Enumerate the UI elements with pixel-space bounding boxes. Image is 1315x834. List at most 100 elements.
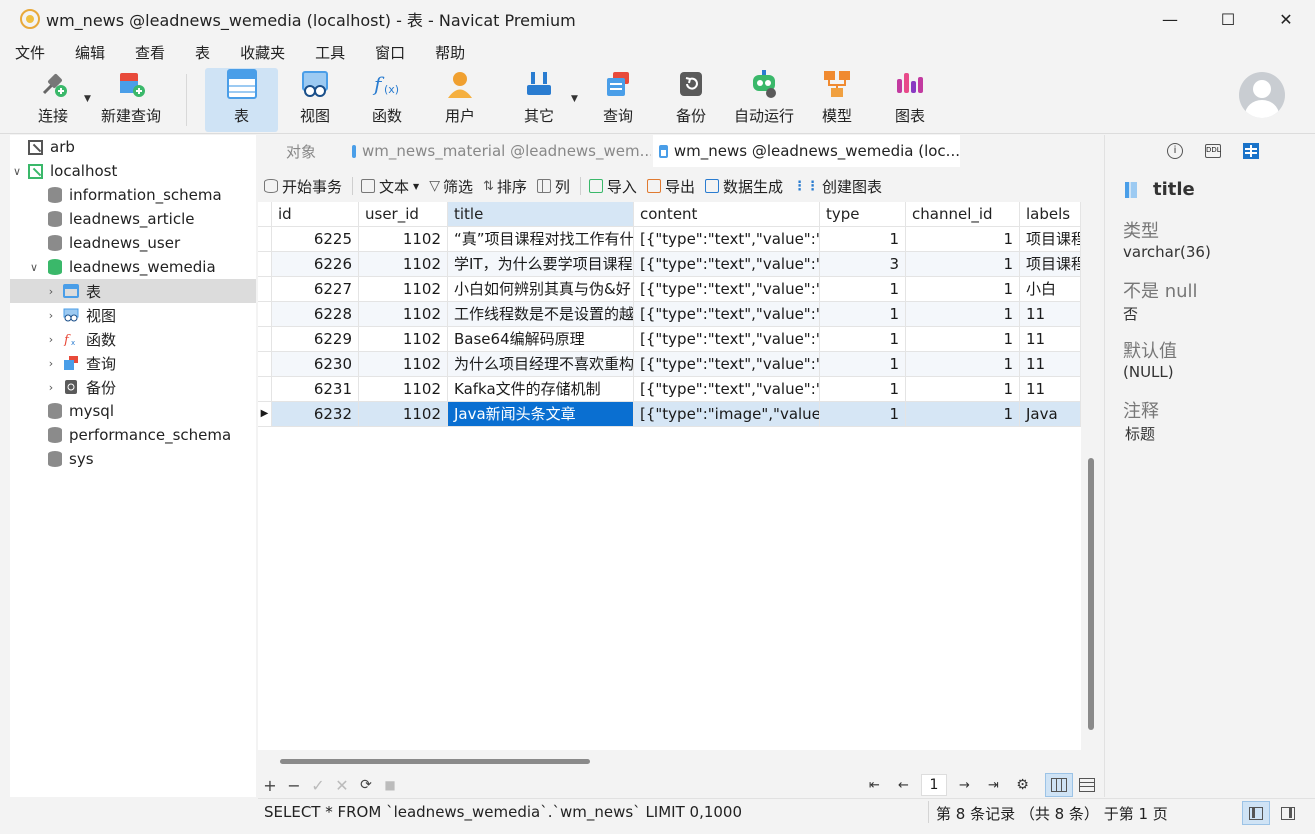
cell-channel-id[interactable]: 1 xyxy=(906,252,1020,277)
cell-content[interactable]: [{"type":"text","value":" xyxy=(634,352,820,377)
chevron-right-icon[interactable]: › xyxy=(44,381,58,394)
cell-channel-id[interactable]: 1 xyxy=(906,377,1020,402)
menu-file[interactable]: 文件 xyxy=(15,42,45,63)
cell-channel-id[interactable]: 1 xyxy=(906,327,1020,352)
cell-labels[interactable]: 小白 xyxy=(1020,277,1081,302)
cell-user-id[interactable]: 1102 xyxy=(359,277,448,302)
maximize-button[interactable]: ☐ xyxy=(1199,0,1257,38)
menu-view[interactable]: 查看 xyxy=(135,42,165,63)
data-generation-button[interactable]: 数据生成 xyxy=(704,176,783,197)
sort-button[interactable]: ⇅ 排序 xyxy=(483,176,527,197)
cell-type[interactable]: 1 xyxy=(820,277,906,302)
cell-id[interactable]: 6227 xyxy=(272,277,359,302)
cell-user-id[interactable]: 1102 xyxy=(359,227,448,252)
table-row[interactable]: 6228 1102 工作线程数是不是设置的越 [{"type":"text","val… xyxy=(258,302,1081,327)
cell-channel-id[interactable]: 1 xyxy=(906,402,1020,427)
cell-channel-id[interactable]: 1 xyxy=(906,352,1020,377)
next-page-icon[interactable]: → xyxy=(950,778,979,793)
text-button[interactable]: 文本 ▼ xyxy=(361,176,419,197)
create-chart-button[interactable]: ⋮⋮ 创建图表 xyxy=(793,176,882,197)
toolbar-table-button[interactable]: 表 xyxy=(205,68,278,132)
cell-id[interactable]: 6231 xyxy=(272,377,359,402)
toolbar-chart-button[interactable]: 图表 xyxy=(885,68,935,132)
filter-button[interactable]: ▽ 筛选 xyxy=(429,176,473,197)
cell-user-id[interactable]: 1102 xyxy=(359,402,448,427)
cell-content[interactable]: [{"type":"text","value":" xyxy=(634,377,820,402)
cell-type[interactable]: 1 xyxy=(820,402,906,427)
minimize-button[interactable]: — xyxy=(1141,0,1199,38)
cell-content[interactable]: [{"type":"text","value":" xyxy=(634,302,820,327)
cell-labels[interactable]: 11 xyxy=(1020,377,1081,402)
user-avatar[interactable] xyxy=(1239,72,1285,118)
columns-button[interactable]: 列 xyxy=(536,176,570,197)
row-header[interactable]: ▶ xyxy=(258,402,272,427)
ddl-icon[interactable]: DDL xyxy=(1205,144,1221,158)
row-header[interactable] xyxy=(258,327,272,352)
table-row[interactable]: 6226 1102 学IT，为什么要学项目课程 [{"type":"text","va… xyxy=(258,252,1081,277)
column-header-id[interactable]: id xyxy=(272,202,359,227)
cell-user-id[interactable]: 1102 xyxy=(359,377,448,402)
cell-channel-id[interactable]: 1 xyxy=(906,277,1020,302)
menu-help[interactable]: 帮助 xyxy=(435,42,465,63)
table-row[interactable]: 6227 1102 小白如何辨别其真与伪&好 [{"type":"text","val… xyxy=(258,277,1081,302)
cell-channel-id[interactable]: 1 xyxy=(906,227,1020,252)
cell-title[interactable]: 学IT，为什么要学项目课程 xyxy=(448,252,634,277)
horizontal-scrollbar[interactable] xyxy=(280,759,590,764)
menu-window[interactable]: 窗口 xyxy=(375,42,405,63)
cell-type[interactable]: 1 xyxy=(820,327,906,352)
menu-edit[interactable]: 编辑 xyxy=(75,42,105,63)
cell-type[interactable]: 1 xyxy=(820,377,906,402)
column-header-title[interactable]: title xyxy=(448,202,634,227)
page-number-input[interactable]: 1 xyxy=(921,774,947,796)
cell-labels[interactable]: 11 xyxy=(1020,327,1081,352)
refresh-icon[interactable]: ⟳ xyxy=(354,777,378,793)
chevron-right-icon[interactable]: › xyxy=(44,333,58,346)
row-header[interactable] xyxy=(258,252,272,277)
cell-content[interactable]: [{"type":"text","value":" xyxy=(634,327,820,352)
cell-id[interactable]: 6228 xyxy=(272,302,359,327)
export-button[interactable]: 导出 xyxy=(646,176,695,197)
tree-item-leadnews-user[interactable]: leadnews_user xyxy=(10,231,256,255)
tree-item-views[interactable]: › 视图 xyxy=(10,303,256,327)
vertical-scrollbar[interactable] xyxy=(1088,458,1094,730)
column-header-type[interactable]: type xyxy=(820,202,906,227)
cell-user-id[interactable]: 1102 xyxy=(359,352,448,377)
discard-changes-icon[interactable]: ✕ xyxy=(330,776,354,795)
menu-tools[interactable]: 工具 xyxy=(315,42,345,63)
connection-dropdown-caret-icon[interactable]: ▼ xyxy=(84,94,91,104)
table-row[interactable]: 6230 1102 为什么项目经理不喜欢重构 [{"type":"text","val… xyxy=(258,352,1081,377)
first-page-icon[interactable]: ⇤ xyxy=(860,778,889,793)
cell-labels[interactable]: Java xyxy=(1020,402,1081,427)
cell-content[interactable]: [{"type":"text","value":" xyxy=(634,252,820,277)
previous-page-icon[interactable]: ← xyxy=(889,778,918,793)
row-header[interactable] xyxy=(258,277,272,302)
tree-item-leadnews-article[interactable]: leadnews_article xyxy=(10,207,256,231)
grid-view-button[interactable] xyxy=(1045,773,1073,797)
cell-id[interactable]: 6225 xyxy=(272,227,359,252)
form-view-button[interactable] xyxy=(1073,773,1101,797)
toolbar-function-button[interactable]: f (x) 函数 xyxy=(362,68,412,132)
tree-item-backups[interactable]: › 备份 xyxy=(10,375,256,399)
settings-gear-icon[interactable]: ⚙ xyxy=(1008,777,1037,793)
table-row[interactable]: 6229 1102 Base64编解码原理 [{"type":"text","valu… xyxy=(258,327,1081,352)
tree-item-functions[interactable]: › fx 函数 xyxy=(10,327,256,351)
cell-content[interactable]: [{"type":"text","value":" xyxy=(634,277,820,302)
menu-favorites[interactable]: 收藏夹 xyxy=(240,42,285,63)
tree-item-tables[interactable]: › 表 xyxy=(10,279,256,303)
toolbar-backup-button[interactable]: 备份 xyxy=(666,68,716,132)
cell-title[interactable]: 为什么项目经理不喜欢重构 xyxy=(448,352,634,377)
column-header-content[interactable]: content xyxy=(634,202,820,227)
toolbar-query-button[interactable]: 查询 xyxy=(593,68,643,132)
row-header[interactable] xyxy=(258,352,272,377)
cell-type[interactable]: 1 xyxy=(820,352,906,377)
last-page-icon[interactable]: ⇥ xyxy=(979,778,1008,793)
cell-id[interactable]: 6232 xyxy=(272,402,359,427)
table-row[interactable]: 6231 1102 Kafka文件的存储机制 [{"type":"text","val… xyxy=(258,377,1081,402)
chevron-right-icon[interactable]: › xyxy=(44,285,58,298)
cell-type[interactable]: 3 xyxy=(820,252,906,277)
cell-title[interactable]: 小白如何辨别其真与伪&好 xyxy=(448,277,634,302)
cell-user-id[interactable]: 1102 xyxy=(359,252,448,277)
chevron-down-icon[interactable]: ∨ xyxy=(10,165,24,178)
toolbar-model-button[interactable]: 模型 xyxy=(812,68,862,132)
toolbar-other-button[interactable]: 其它 xyxy=(514,68,564,132)
